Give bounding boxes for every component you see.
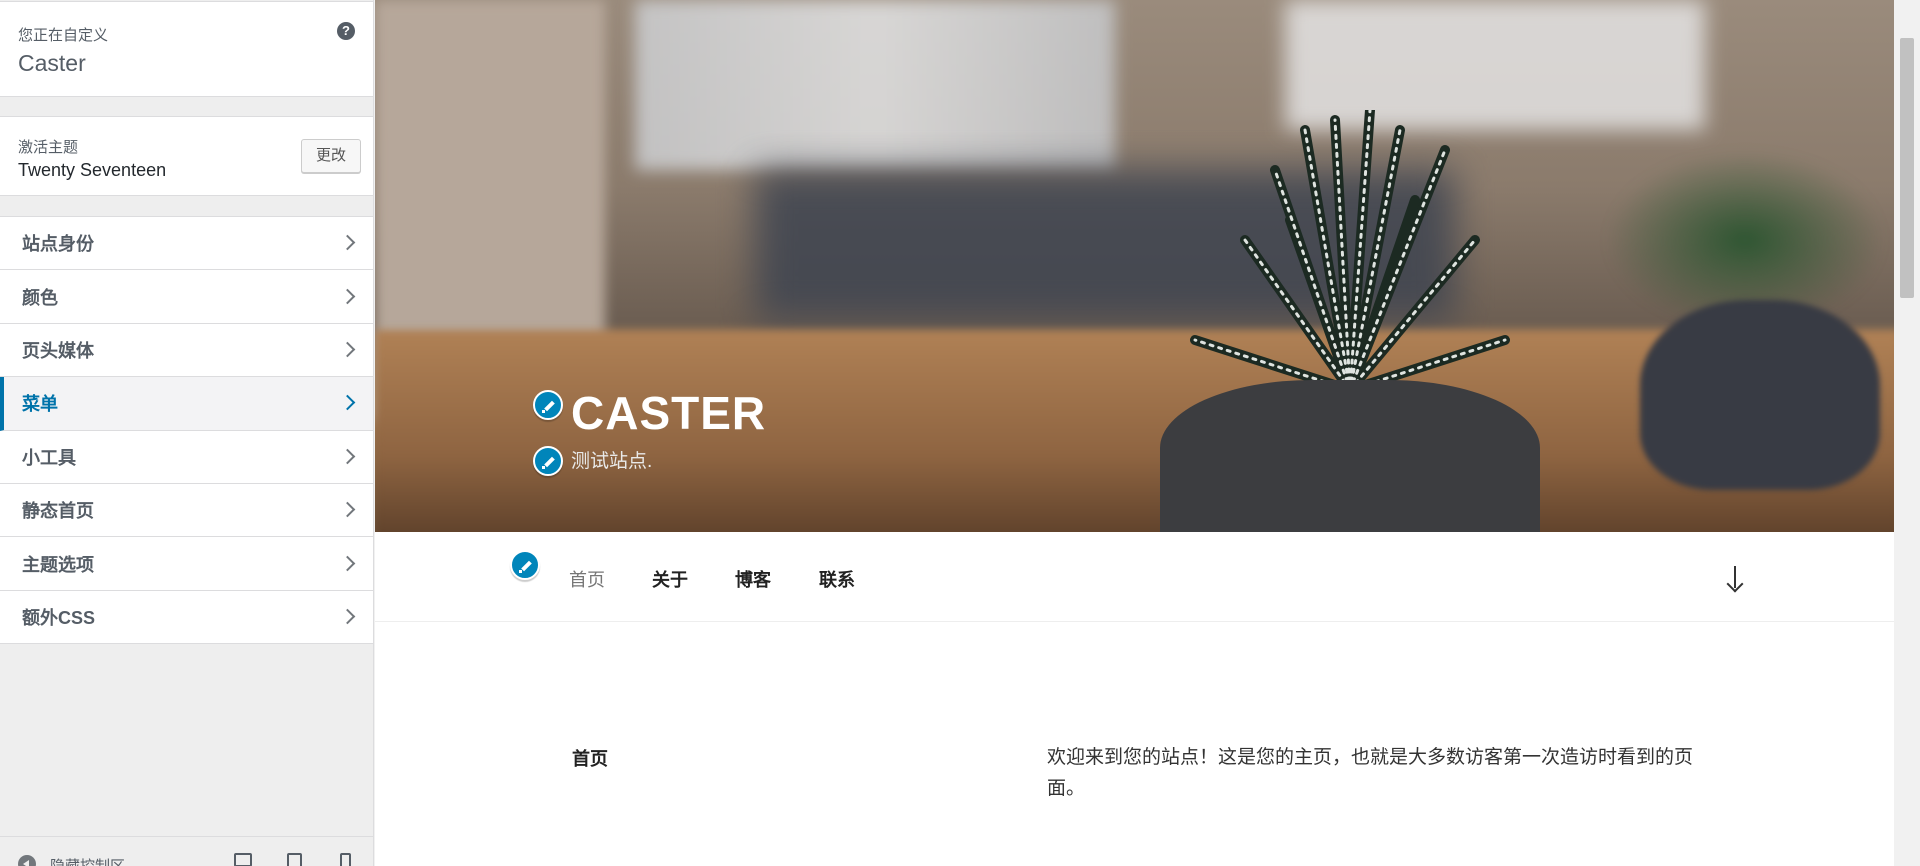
chevron-right-icon <box>339 341 356 358</box>
customizer-footer: 隐藏控制区 <box>0 836 373 866</box>
customizer-sidebar: 您正在自定义 Caster ? 激活主题 Twenty Seventeen 更改… <box>0 0 374 866</box>
section-additional-css[interactable]: 额外CSS <box>0 590 373 645</box>
nav-item-blog[interactable]: 博客 <box>735 566 771 592</box>
section-label: 页头媒体 <box>22 340 94 361</box>
chevron-right-icon <box>339 288 356 304</box>
page-content: 欢迎来到您的站点！这是您的主页，也就是大多数访客第一次造访时看到的页面。 <box>1047 747 1694 799</box>
section-label: 菜单 <box>22 394 58 415</box>
section-static-front-page[interactable]: 静态首页 <box>0 483 373 538</box>
section-label: 站点身份 <box>22 234 94 255</box>
tablet-preview-icon[interactable] <box>287 853 302 866</box>
chevron-right-icon <box>339 234 356 251</box>
edit-menu-icon[interactable] <box>510 550 540 580</box>
nav-item-about[interactable]: 关于 <box>652 566 688 592</box>
section-colors[interactable]: 颜色 <box>0 270 373 324</box>
customizing-site-name: Caster <box>18 50 86 76</box>
section-menus[interactable]: 菜单 <box>0 377 373 431</box>
section-site-identity[interactable]: 站点身份 <box>0 217 373 271</box>
section-label: 小工具 <box>22 447 76 468</box>
section-label: 静态首页 <box>22 501 94 522</box>
section-theme-options[interactable]: 主题选项 <box>0 537 373 591</box>
page-title: 首页 <box>572 749 608 769</box>
theme-name: Twenty Seventeen <box>18 160 167 180</box>
site-title[interactable]: CASTER <box>571 386 766 440</box>
section-label: 颜色 <box>22 287 58 308</box>
top-navigation: 首页 关于 博客 联系 <box>375 532 1900 622</box>
nav-item-home[interactable]: 首页 <box>569 566 605 592</box>
customizer-info: 您正在自定义 Caster ? <box>0 1 373 97</box>
collapse-sidebar-icon[interactable] <box>18 855 36 866</box>
succulent-plant-image <box>1190 110 1510 395</box>
section-label: 主题选项 <box>22 554 94 575</box>
section-header-media[interactable]: 页头媒体 <box>0 323 373 378</box>
section-label: 额外CSS <box>22 607 96 628</box>
chevron-right-icon <box>339 395 356 411</box>
hide-controls-label[interactable]: 隐藏控制区 <box>50 855 125 866</box>
active-theme-label: 激活主题 <box>18 139 79 156</box>
edit-tagline-icon[interactable] <box>533 446 563 476</box>
site-preview: CASTER 测试站点. 首页 关于 博客 联系 首页 欢迎来到您的站点！这是您… <box>375 0 1900 866</box>
mobile-preview-icon[interactable] <box>340 853 351 866</box>
section-widgets[interactable]: 小工具 <box>0 430 373 484</box>
header-media-image: CASTER 测试站点. <box>375 0 1900 532</box>
chevron-right-icon <box>339 608 356 625</box>
change-theme-button[interactable]: 更改 <box>301 139 361 173</box>
customizer-sections: 站点身份 颜色 页头媒体 菜单 小工具 静态首页 主题选项 额外CSS <box>0 216 373 645</box>
desktop-preview-icon[interactable] <box>234 853 252 866</box>
customizing-label: 您正在自定义 <box>18 27 109 44</box>
scrollbar-thumb[interactable] <box>1900 38 1914 298</box>
edit-site-title-icon[interactable] <box>533 390 563 420</box>
plant-pot <box>1160 380 1540 532</box>
chevron-right-icon <box>339 555 356 571</box>
active-theme-panel: 激活主题 Twenty Seventeen 更改 <box>0 116 373 196</box>
question-icon[interactable]: ? <box>337 22 355 40</box>
chevron-right-icon <box>339 501 356 518</box>
site-tagline: 测试站点. <box>571 451 653 472</box>
chevron-right-icon <box>339 448 356 465</box>
arrow-down-icon[interactable] <box>1725 566 1745 592</box>
nav-item-contact[interactable]: 联系 <box>819 566 855 592</box>
preview-scrollbar[interactable] <box>1894 0 1920 866</box>
